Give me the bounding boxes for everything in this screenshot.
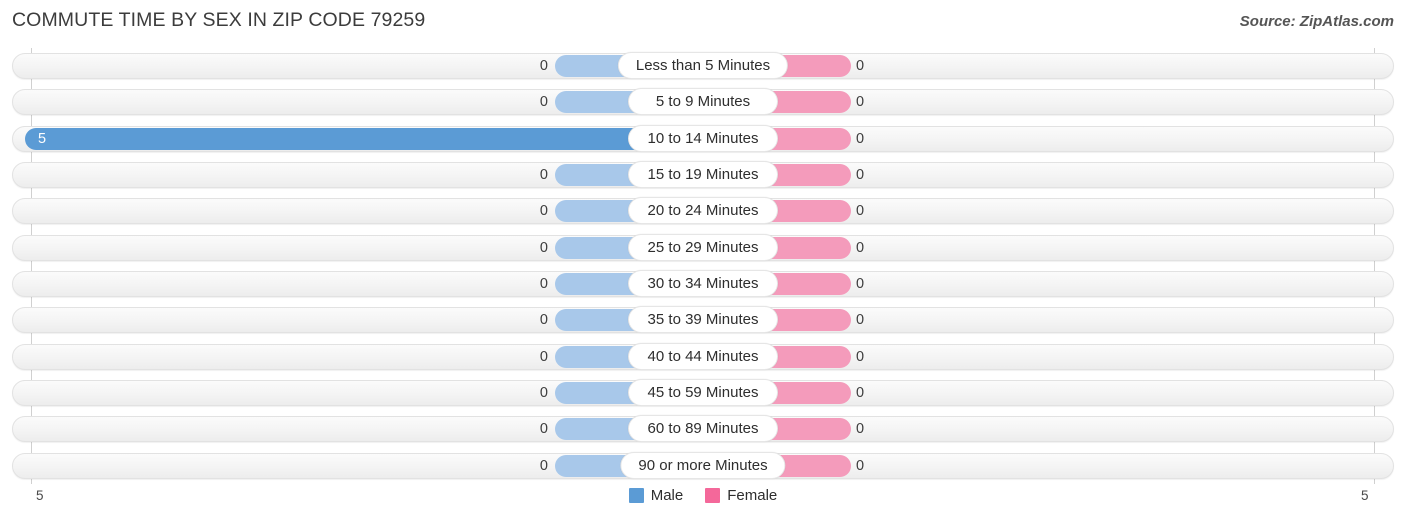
plot-area: 0 0 Less than 5 Minutes 0 0 5 to 9 Minutes 5 0 1… — [0, 48, 1406, 484]
bar-row[interactable]: 0 0 30 to 34 Minutes — [0, 266, 1406, 302]
commute-time-chart: COMMUTE TIME BY SEX IN ZIP CODE 79259 So… — [0, 0, 1406, 522]
category-label: 90 or more Minutes — [620, 451, 786, 479]
value-label-female: 0 — [856, 312, 865, 329]
value-label-male: 0 — [539, 239, 548, 256]
value-label-male: 0 — [539, 94, 548, 111]
bar-row-list: 0 0 Less than 5 Minutes 0 0 5 to 9 Minutes 5 0 1… — [0, 48, 1406, 484]
value-label-male: 0 — [539, 312, 548, 329]
bar-row[interactable]: 0 0 45 to 59 Minutes — [0, 375, 1406, 411]
value-label-male: 0 — [539, 421, 548, 438]
value-label-female: 0 — [856, 239, 865, 256]
bar-row[interactable]: 0 0 Less than 5 Minutes — [0, 48, 1406, 84]
category-label: 35 to 39 Minutes — [628, 306, 778, 334]
value-label-male: 0 — [539, 457, 548, 474]
value-label-female: 0 — [856, 457, 865, 474]
category-label: 45 to 59 Minutes — [628, 378, 778, 406]
value-label-female: 0 — [856, 58, 865, 74]
value-label-male: 0 — [539, 348, 548, 365]
legend-label-male: Male — [650, 487, 684, 504]
category-label: Less than 5 Minutes — [617, 52, 789, 79]
value-label-female: 0 — [856, 166, 865, 183]
value-label-female: 0 — [856, 94, 865, 111]
legend-item-male[interactable]: Male — [628, 487, 684, 504]
bar-row[interactable]: 0 0 5 to 9 Minutes — [0, 84, 1406, 120]
value-label-male: 5 — [38, 130, 47, 147]
bar-row[interactable]: 0 0 25 to 29 Minutes — [0, 230, 1406, 266]
bar-male[interactable] — [25, 127, 703, 150]
category-label: 30 to 34 Minutes — [628, 269, 778, 297]
category-label: 40 to 44 Minutes — [628, 342, 778, 370]
value-label-male: 0 — [539, 275, 548, 292]
legend-label-female: Female — [727, 487, 778, 504]
source-attribution: Source: ZipAtlas.com — [1239, 13, 1394, 30]
chart-header: COMMUTE TIME BY SEX IN ZIP CODE 79259 So… — [0, 0, 1406, 42]
category-label: 25 to 29 Minutes — [628, 233, 778, 261]
value-label-male: 0 — [539, 166, 548, 183]
legend-swatch-male-icon — [628, 488, 644, 503]
category-label: 10 to 14 Minutes — [628, 124, 778, 152]
category-label: 5 to 9 Minutes — [628, 88, 778, 116]
value-label-male: 0 — [539, 203, 548, 220]
bar-row[interactable]: 0 0 40 to 44 Minutes — [0, 339, 1406, 375]
bar-row[interactable]: 0 0 35 to 39 Minutes — [0, 302, 1406, 338]
chart-legend: Male Female — [0, 487, 1406, 504]
bar-row[interactable]: 0 0 90 or more Minutes — [0, 448, 1406, 484]
category-label: 20 to 24 Minutes — [628, 197, 778, 225]
category-label: 15 to 19 Minutes — [628, 160, 778, 188]
legend-swatch-female-icon — [705, 488, 721, 503]
chart-footer: 5 5 Male Female — [0, 484, 1406, 522]
category-label: 60 to 89 Minutes — [628, 415, 778, 443]
value-label-female: 0 — [856, 384, 865, 401]
legend-item-female[interactable]: Female — [705, 487, 777, 504]
bar-row[interactable]: 5 0 10 to 14 Minutes — [0, 121, 1406, 157]
page-title: COMMUTE TIME BY SEX IN ZIP CODE 79259 — [12, 9, 426, 31]
value-label-male: 0 — [539, 384, 548, 401]
value-label-female: 0 — [856, 130, 865, 147]
value-label-female: 0 — [856, 275, 865, 292]
bar-row[interactable]: 0 0 20 to 24 Minutes — [0, 193, 1406, 229]
bar-row[interactable]: 0 0 60 to 89 Minutes — [0, 411, 1406, 447]
value-label-female: 0 — [856, 203, 865, 220]
bar-row[interactable]: 0 0 15 to 19 Minutes — [0, 157, 1406, 193]
value-label-female: 0 — [856, 348, 865, 365]
value-label-female: 0 — [856, 421, 865, 438]
value-label-male: 0 — [539, 58, 548, 74]
